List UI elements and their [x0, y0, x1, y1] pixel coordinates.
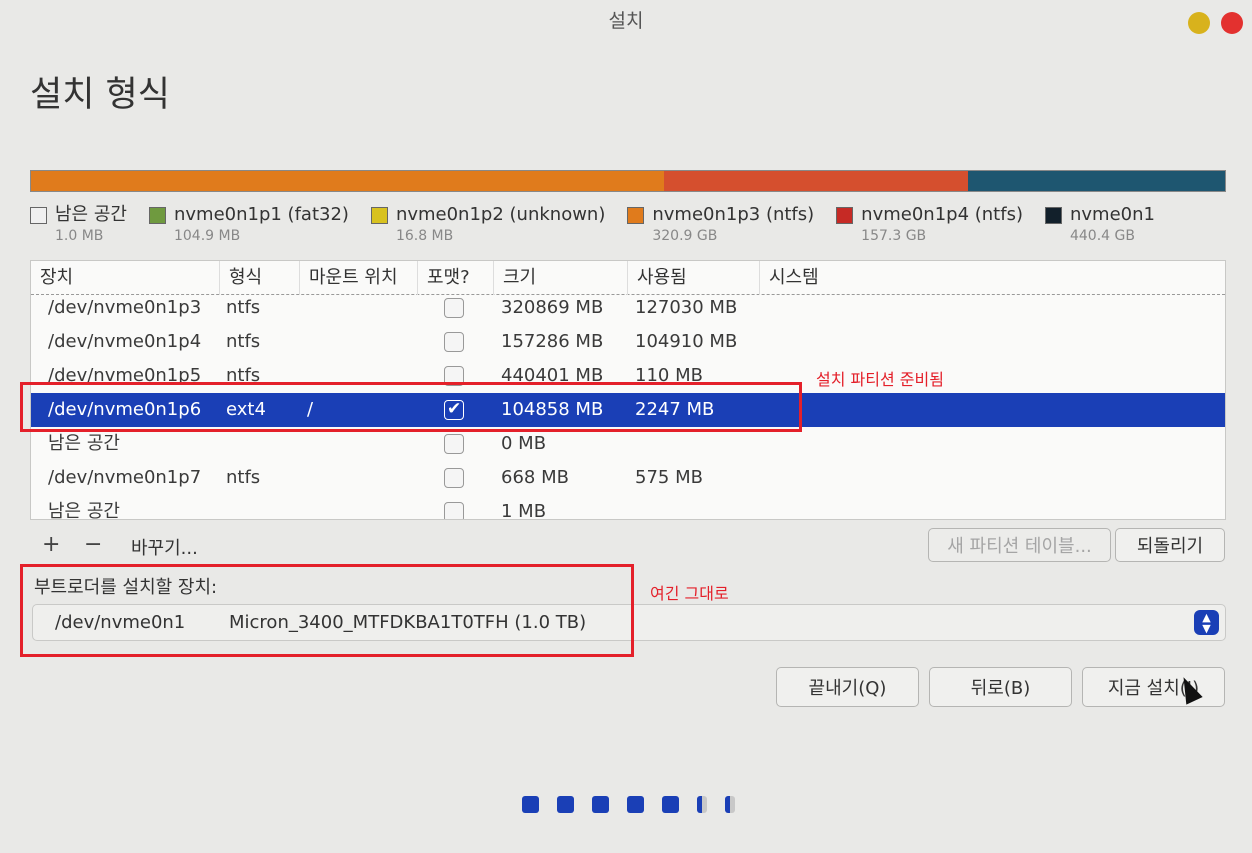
legend-name: nvme0n1p2 (unknown) [395, 204, 606, 225]
legend-size: 157.3 GB [861, 228, 927, 244]
cell-size: 0 MB [501, 433, 547, 454]
progress-step-dot [725, 796, 735, 813]
progress-step-dot [592, 796, 609, 813]
partition-legend: 남은 공간 1.0 MB nvme0n1p1 (fat32) 104.9 MB nvme… [30, 204, 1226, 254]
cell-size: 668 MB [501, 467, 569, 488]
back-button[interactable]: 뒤로(B) [929, 667, 1072, 707]
progress-step-dot [662, 796, 679, 813]
format-checkbox[interactable] [444, 332, 464, 352]
table-row[interactable]: /dev/nvme0n1p4 ntfs 157286 MB 104910 MB [31, 325, 1225, 359]
legend-swatch [30, 207, 47, 224]
legend-size: 320.9 GB [652, 228, 718, 244]
cell-used: 104910 MB [635, 331, 738, 352]
add-partition-button[interactable]: + [42, 532, 60, 557]
legend-swatch [627, 207, 645, 224]
legend-size: 1.0 MB [55, 228, 104, 244]
progress-step-dot [522, 796, 539, 813]
legend-name: nvme0n1p4 (ntfs) [861, 204, 1023, 225]
legend-name: 남은 공간 [55, 204, 127, 225]
format-checkbox[interactable] [444, 434, 464, 454]
step-progress [522, 796, 753, 813]
disk-bar-segment-nvme0n1p5 [968, 171, 1225, 191]
progress-step-dot [627, 796, 644, 813]
legend-item: nvme0n1p3 (ntfs) 320.9 GB [627, 204, 814, 254]
legend-swatch [1044, 207, 1062, 224]
disk-bar-segment-nvme0n1p3 [31, 171, 664, 191]
revert-button[interactable]: 되돌리기 [1115, 528, 1225, 562]
col-used[interactable]: 사용됨 [627, 261, 759, 295]
cell-device: 남은 공간 [48, 433, 120, 454]
annotation-box-bootloader [20, 564, 634, 657]
legend-item: 남은 공간 1.0 MB [30, 204, 127, 254]
table-header: 장치 형식 마운트 위치 포맷? 크기 사용됨 시스템 [31, 261, 1225, 295]
cell-size: 157286 MB [501, 331, 604, 352]
table-row[interactable]: /dev/nvme0n1p7 ntfs 668 MB 575 MB [31, 461, 1225, 495]
change-partition-button[interactable]: 바꾸기... [131, 534, 198, 560]
disk-bar-segment-nvme0n1p4 [663, 171, 969, 191]
legend-item: nvme0n1 440.4 GB [1044, 204, 1155, 254]
format-checkbox[interactable] [444, 502, 464, 519]
progress-step-dot [557, 796, 574, 813]
legend-name: nvme0n1p1 (fat32) [173, 204, 349, 225]
legend-name: nvme0n1 [1069, 204, 1155, 225]
legend-item: nvme0n1p1 (fat32) 104.9 MB [148, 204, 349, 254]
cell-size: 1 MB [501, 501, 547, 520]
table-row[interactable]: 남은 공간 1 MB [31, 495, 1225, 520]
cell-device: /dev/nvme0n1p4 [48, 331, 202, 352]
cell-used: 127030 MB [635, 297, 738, 318]
col-system[interactable]: 시스템 [759, 261, 959, 295]
progress-step-dot [697, 796, 707, 813]
quit-button[interactable]: 끝내기(Q) [776, 667, 919, 707]
cell-type: ntfs [226, 331, 261, 352]
legend-item: nvme0n1p2 (unknown) 16.8 MB [370, 204, 606, 254]
new-partition-table-button[interactable]: 새 파티션 테이블... [928, 528, 1111, 562]
legend-swatch [836, 207, 854, 224]
col-type[interactable]: 형식 [219, 261, 299, 295]
updown-arrow-icon: ▲ ▼ [1194, 610, 1219, 635]
install-now-button[interactable]: 지금 설치(I) [1082, 667, 1225, 707]
disk-usage-bar [30, 170, 1226, 192]
legend-size: 440.4 GB [1069, 228, 1135, 244]
annotation-partition-note: 설치 파티션 준비됨 [816, 370, 944, 389]
legend-swatch [148, 207, 166, 224]
col-device[interactable]: 장치 [31, 261, 219, 295]
legend-size: 16.8 MB [395, 228, 454, 244]
remove-partition-button[interactable]: − [84, 532, 102, 557]
cell-size: 320869 MB [501, 297, 604, 318]
table-row[interactable]: /dev/nvme0n1p3 ntfs 320869 MB 127030 MB [31, 291, 1225, 325]
cell-used: 575 MB [635, 467, 703, 488]
col-size[interactable]: 크기 [493, 261, 627, 295]
format-checkbox[interactable] [444, 298, 464, 318]
table-row[interactable]: 남은 공간 0 MB [31, 427, 1225, 461]
col-mount[interactable]: 마운트 위치 [299, 261, 417, 295]
legend-size: 104.9 MB [173, 228, 241, 244]
cell-device: /dev/nvme0n1p7 [48, 467, 202, 488]
format-checkbox[interactable] [444, 468, 464, 488]
cell-type: ntfs [226, 467, 261, 488]
col-format[interactable]: 포맷? [417, 261, 493, 295]
legend-name: nvme0n1p3 (ntfs) [652, 204, 815, 225]
cell-type: ntfs [226, 297, 261, 318]
minimize-button[interactable] [1188, 12, 1210, 34]
cell-device: 남은 공간 [48, 501, 120, 520]
page-title: 설치 형식 [30, 75, 170, 115]
close-button[interactable] [1221, 12, 1243, 34]
legend-item: nvme0n1p4 (ntfs) 157.3 GB [836, 204, 1023, 254]
legend-swatch [370, 207, 388, 224]
annotation-bootloader-note: 여긴 그대로 [650, 584, 729, 603]
annotation-box-partition [20, 382, 802, 432]
window-title: 설치 [608, 10, 644, 32]
cell-device: /dev/nvme0n1p3 [48, 297, 202, 318]
